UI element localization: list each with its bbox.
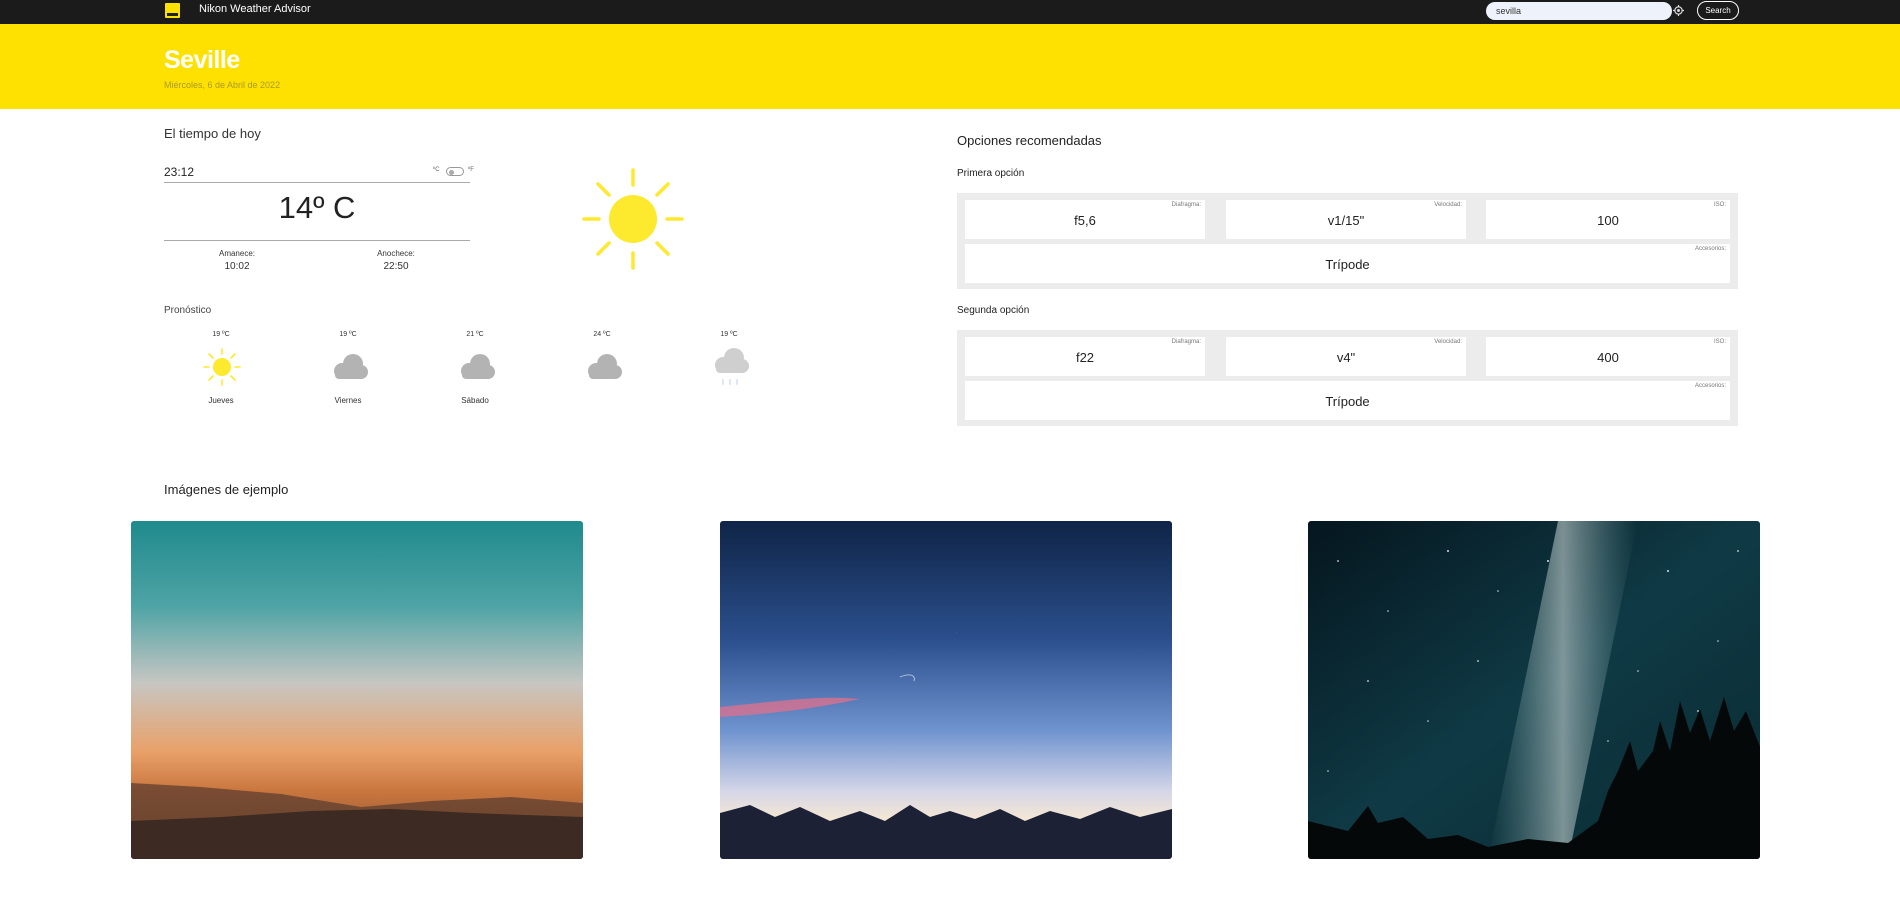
speed-cell: Velocidad: v1/15" (1226, 200, 1466, 239)
iso-label: ISO: (1713, 202, 1726, 208)
aperture-cell: Diafragma: f22 (965, 337, 1205, 376)
iso-label: ISO: (1713, 339, 1726, 345)
sunset-label: Anochece: (377, 249, 415, 258)
examples-heading: Imágenes de ejemplo (164, 482, 289, 497)
aperture-label: Diafragma: (1171, 339, 1201, 345)
aperture-cell: Diafragma: f5,6 (965, 200, 1205, 239)
example-image-moon[interactable] (720, 521, 1172, 859)
city-title: Seville (164, 46, 240, 74)
city-header: Seville Miércoles, 6 de Abril de 2022 (0, 24, 1900, 109)
divider (164, 240, 470, 241)
accessories-cell: Accesorios: Trípode (965, 244, 1730, 283)
sunrise-time: 10:02 (224, 261, 250, 272)
cloud-icon (461, 354, 495, 379)
iso-cell: ISO: 100 (1486, 200, 1730, 239)
forecast-temp: 19 ºC (720, 331, 738, 338)
speed-label: Velocidad: (1434, 339, 1462, 345)
current-date: Miércoles, 6 de Abril de 2022 (164, 80, 281, 90)
iso-value: 400 (1597, 350, 1619, 365)
nikon-logo-icon[interactable] (165, 3, 180, 18)
speed-value: v1/15" (1327, 213, 1365, 228)
today-heading: El tiempo de hoy (164, 126, 261, 141)
forecast-day: Jueves (208, 396, 234, 405)
rain-cloud-icon (715, 348, 749, 385)
accessories-value: Trípode (1325, 394, 1370, 409)
example-image-milky-way[interactable] (1308, 521, 1760, 859)
top-navbar: Nikon Weather Advisor Search (0, 0, 1900, 24)
accessories-cell: Accesorios: Trípode (965, 381, 1730, 420)
iso-value: 100 (1597, 213, 1619, 228)
fahrenheit-label: ºF (468, 167, 474, 173)
sun-icon (203, 348, 241, 386)
search-button[interactable]: Search (1697, 1, 1739, 20)
sunset-time: 22:50 (383, 261, 409, 272)
accessories-label: Accesorios: (1694, 383, 1726, 389)
forecast-temp: 19 ºC (339, 331, 357, 338)
aperture-label: Diafragma: (1171, 202, 1201, 208)
unit-toggle[interactable] (446, 167, 464, 176)
options-heading: Opciones recomendadas (957, 133, 1102, 148)
speed-cell: Velocidad: v4" (1226, 337, 1466, 376)
crosshair-icon[interactable] (1673, 5, 1684, 16)
current-time: 23:12 (164, 165, 195, 179)
sun-icon (582, 168, 684, 270)
app-brand[interactable]: Nikon Weather Advisor (199, 3, 311, 15)
second-option-panel: Diafragma: f22 Velocidad: v4" ISO: 400 A… (957, 330, 1738, 426)
aperture-value: f5,6 (1074, 213, 1096, 228)
forecast-temp: 21 ºC (466, 331, 484, 338)
forecast-day: Sábado (461, 396, 489, 405)
current-temperature: 14º C (278, 190, 356, 225)
first-option-panel: Diafragma: f5,6 Velocidad: v1/15" ISO: 1… (957, 193, 1738, 289)
forecast-heading: Pronóstico (164, 305, 212, 316)
iso-cell: ISO: 400 (1486, 337, 1730, 376)
forecast-day: Viernes (334, 396, 362, 405)
speed-label: Velocidad: (1434, 202, 1462, 208)
second-option-title: Segunda opción (957, 305, 1030, 316)
cloud-icon (334, 354, 368, 379)
celsius-label: ºC (433, 167, 440, 173)
example-image-sunset[interactable] (131, 521, 583, 859)
search-input[interactable] (1486, 2, 1672, 20)
divider (164, 182, 470, 183)
first-option-title: Primera opción (957, 168, 1025, 179)
accessories-value: Trípode (1325, 257, 1370, 272)
accessories-label: Accesorios: (1694, 246, 1726, 252)
cloud-icon (588, 354, 622, 379)
forecast-temp: 19 ºC (212, 331, 230, 338)
aperture-value: f22 (1075, 350, 1095, 365)
sunrise-label: Amanece: (218, 249, 256, 258)
speed-value: v4" (1336, 350, 1356, 365)
forecast-temp: 24 ºC (593, 331, 611, 338)
